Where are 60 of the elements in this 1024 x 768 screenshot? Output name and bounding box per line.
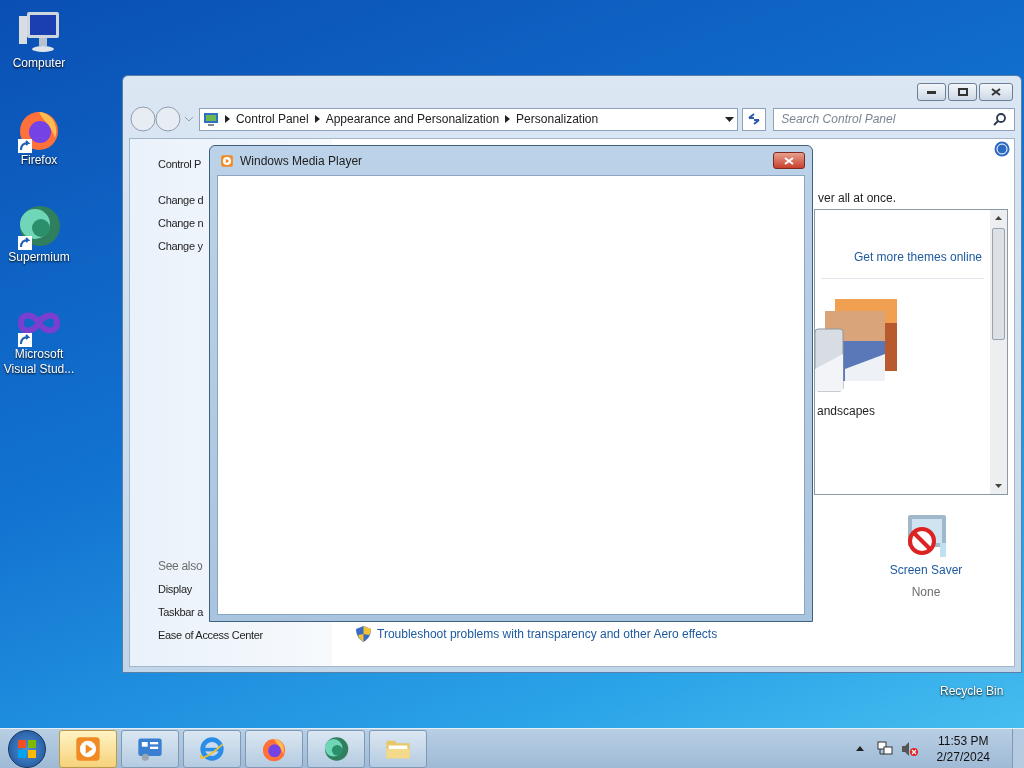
taskbar-button[interactable]: [59, 729, 117, 768]
see-also-heading: See also: [158, 558, 204, 575]
clock-date[interactable]: 2/27/2024: [936, 748, 990, 765]
minimize-icon: [927, 90, 936, 94]
chevron-right-icon[interactable]: [314, 115, 320, 123]
theme-label[interactable]: andscapes: [817, 402, 990, 420]
search-icon: [993, 112, 1007, 126]
dialog-title: Windows Media Player: [240, 152, 364, 170]
windows-logo-icon: [18, 739, 36, 758]
scrollbar[interactable]: [990, 210, 1007, 494]
refresh-button[interactable]: [742, 107, 767, 131]
taskbar-button[interactable]: [183, 729, 241, 768]
control-panel-icon: [202, 111, 219, 127]
shield-icon: [356, 626, 371, 642]
chevron-right-icon[interactable]: [505, 115, 511, 123]
screen-saver-value: None: [911, 584, 941, 601]
network-icon[interactable]: [875, 740, 894, 757]
browser-e-icon: [198, 734, 226, 763]
intro-text: ver all at once.: [818, 190, 898, 207]
address-bar[interactable]: Control Panel Appearance and Personalization Personalization: [198, 107, 739, 131]
close-icon: [991, 88, 1001, 96]
shortcut-arrow-icon: [18, 236, 32, 250]
maximize-button[interactable]: [948, 83, 977, 101]
breadcrumb-item[interactable]: Control Panel: [235, 110, 309, 128]
supermium-icon: [322, 734, 350, 763]
desktop-icon-label[interactable]: Supermium: [0, 250, 78, 265]
chevron-right-icon[interactable]: [224, 115, 230, 123]
show-hidden-icons-icon[interactable]: [855, 746, 864, 751]
taskbar-button[interactable]: [245, 729, 303, 768]
start-button[interactable]: [8, 729, 46, 768]
scroll-up-icon[interactable]: [995, 216, 1002, 220]
breadcrumb-item[interactable]: Personalization: [516, 110, 599, 128]
see-also-link[interactable]: Ease of Access Center: [158, 624, 332, 647]
desktop-icon-label[interactable]: Microsoft Visual Stud...: [0, 347, 78, 377]
clock-time[interactable]: 11:53 PM: [938, 732, 989, 749]
shortcut-arrow-icon: [18, 333, 32, 347]
minimize-button[interactable]: [917, 83, 946, 101]
close-button[interactable]: [773, 152, 805, 169]
show-desktop-button[interactable]: [1012, 728, 1024, 768]
close-icon: [784, 156, 794, 165]
desktop-icon-label[interactable]: Firefox: [0, 153, 78, 168]
get-more-themes-link[interactable]: Get more themes online: [853, 248, 982, 266]
desktop-icon-label[interactable]: Computer: [0, 56, 78, 71]
media-player-icon: [220, 153, 234, 168]
shortcut-arrow-icon: [18, 139, 32, 153]
media-player-icon: [74, 734, 102, 763]
taskbar-button[interactable]: [121, 729, 179, 768]
volume-muted-icon[interactable]: [900, 740, 919, 757]
troubleshoot-link[interactable]: Troubleshoot problems with transparency and other Aero effects: [377, 625, 718, 643]
close-button[interactable]: [979, 83, 1013, 101]
restore-icon: [957, 88, 968, 96]
screen-saver-link[interactable]: Screen Saver: [889, 561, 963, 579]
scroll-down-icon[interactable]: [995, 484, 1002, 488]
search-input[interactable]: Search Control Panel: [781, 110, 982, 128]
dropdown-arrow-icon[interactable]: [725, 116, 735, 122]
refresh-icon: [747, 112, 762, 126]
taskbar-button[interactable]: [369, 729, 427, 768]
search-field[interactable]: Search Control Panel: [773, 107, 1015, 131]
breadcrumb-item[interactable]: Appearance and Personalization: [325, 110, 500, 128]
taskbar-button[interactable]: [307, 729, 365, 768]
